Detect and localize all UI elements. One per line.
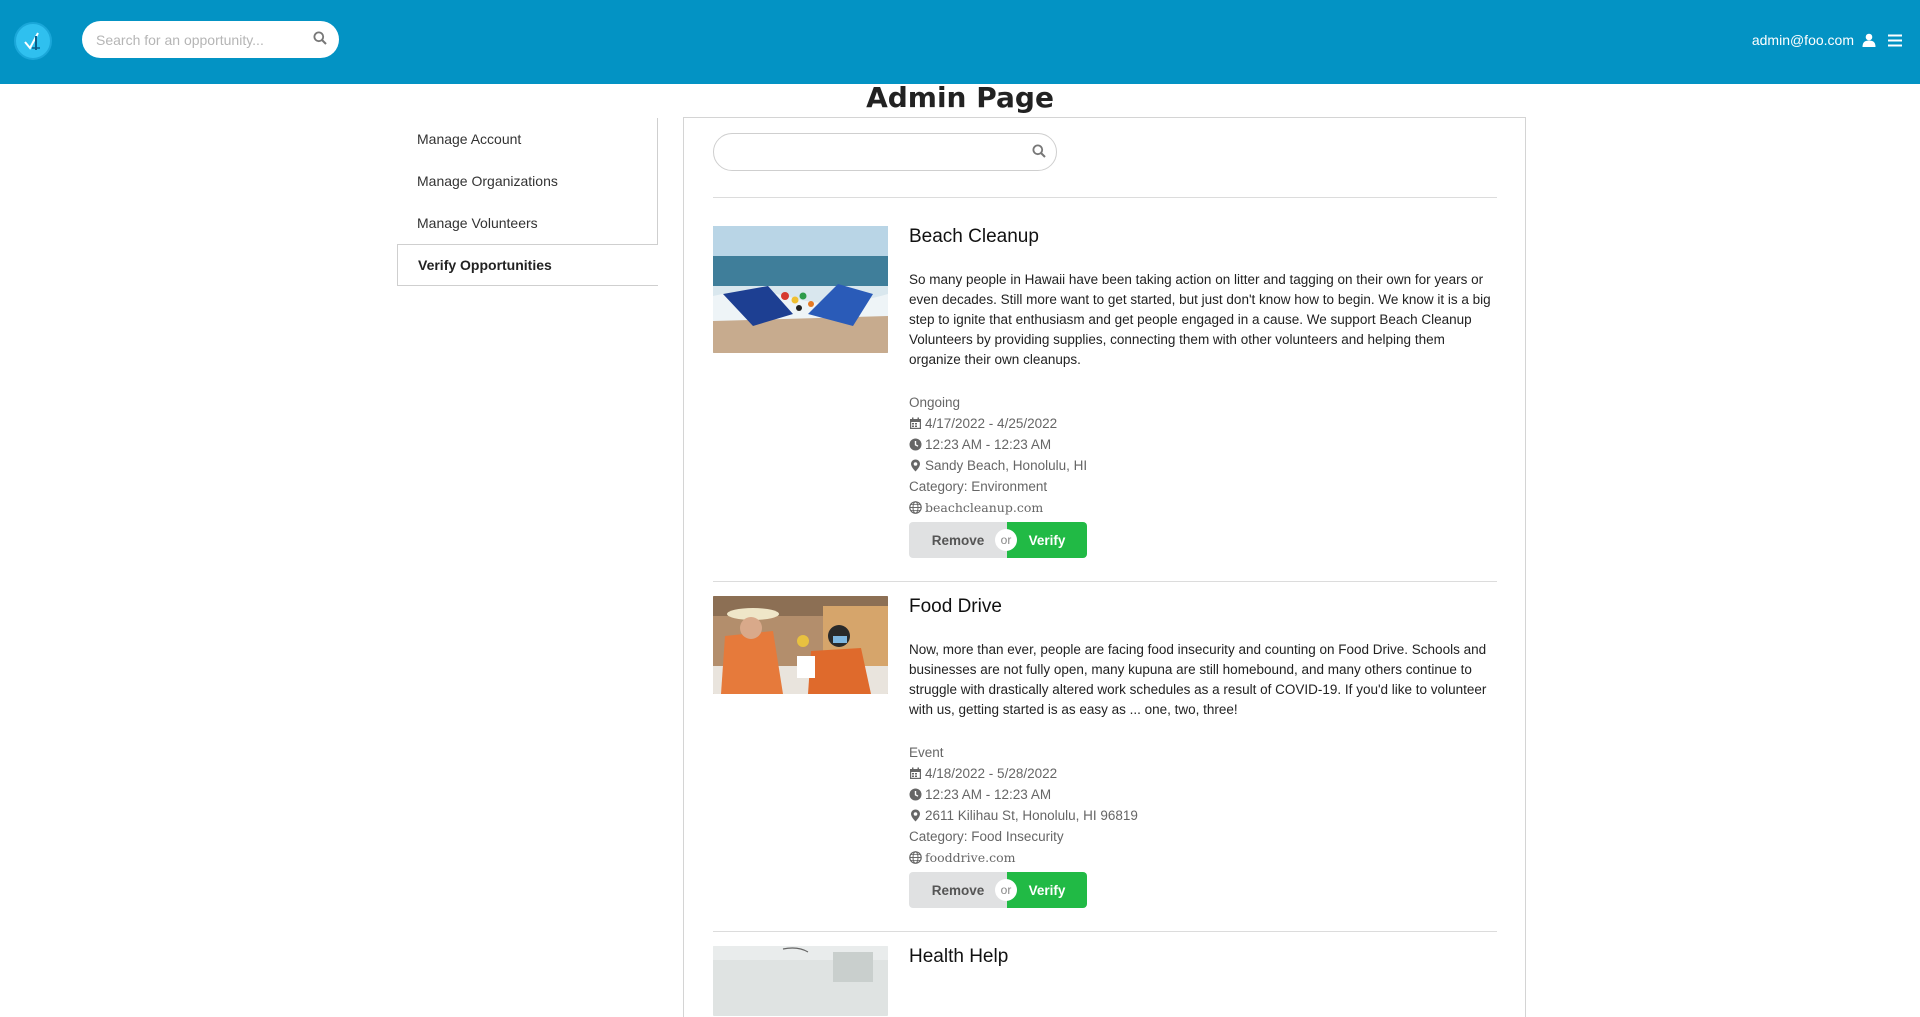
globe-icon xyxy=(909,850,923,865)
opportunity-description: So many people in Hawaii have been takin… xyxy=(909,272,1491,367)
opportunity-title[interactable]: Beach Cleanup xyxy=(909,226,1497,248)
opportunity-meta: Ongoing 4/17/2022 - 4/25/2022 12:23 AM -… xyxy=(909,392,1497,518)
divider xyxy=(713,197,1497,198)
action-buttons: Remove Verify or xyxy=(909,522,1087,558)
sidebar-item-manage-account[interactable]: Manage Account xyxy=(397,118,658,160)
opportunity-dates: 4/17/2022 - 4/25/2022 xyxy=(925,416,1058,431)
sidebar-item-manage-volunteers[interactable]: Manage Volunteers xyxy=(397,202,658,244)
clock-icon xyxy=(909,788,923,802)
opportunity-location: 2611 Kilihau St, Honolulu, HI 96819 xyxy=(925,808,1138,823)
opportunity-title[interactable]: Food Drive xyxy=(909,596,1497,618)
user-email[interactable]: admin@foo.com xyxy=(1752,32,1854,48)
top-search-input[interactable] xyxy=(96,21,296,58)
opportunity-category: Environment xyxy=(971,479,1048,494)
opportunity-content: Beach Cleanup So many people in Hawaii h… xyxy=(909,226,1497,558)
sidebar-item-manage-organizations[interactable]: Manage Organizations xyxy=(397,160,658,202)
or-separator: or xyxy=(995,529,1017,551)
opportunity-image xyxy=(713,596,888,694)
opportunity-location: Sandy Beach, Honolulu, HI xyxy=(925,458,1088,473)
hamburger-icon[interactable] xyxy=(1888,34,1902,47)
remove-button[interactable]: Remove xyxy=(909,872,1007,908)
opportunity-description: Now, more than ever, people are facing f… xyxy=(909,642,1487,717)
opportunity-type: Ongoing xyxy=(909,395,961,410)
opportunity-type: Event xyxy=(909,745,944,760)
panel-search-input[interactable] xyxy=(728,134,1018,170)
opportunity-website-link[interactable]: fooddrive.com xyxy=(925,847,1015,868)
verify-button[interactable]: Verify xyxy=(1007,522,1087,558)
page-title: Admin Page xyxy=(866,81,1054,114)
map-pin-icon xyxy=(909,809,923,823)
opportunity-website-link[interactable]: beachcleanup.com xyxy=(925,497,1043,518)
top-navbar: admin@foo.com xyxy=(0,0,1920,84)
calendar-icon xyxy=(909,417,923,431)
action-buttons: Remove Verify or xyxy=(909,872,1087,908)
divider xyxy=(713,581,1497,582)
user-menu[interactable]: admin@foo.com xyxy=(1752,28,1902,52)
opportunity-image xyxy=(713,226,888,353)
divider xyxy=(713,931,1497,932)
top-search-box xyxy=(82,21,339,58)
remove-button[interactable]: Remove xyxy=(909,522,1007,558)
verify-button[interactable]: Verify xyxy=(1007,872,1087,908)
opportunity-content: Food Drive Now, more than ever, people a… xyxy=(909,596,1497,908)
globe-icon xyxy=(909,500,923,515)
sidebar-item-verify-opportunities[interactable]: Verify Opportunities xyxy=(397,244,658,286)
opportunities-panel: Beach Cleanup So many people in Hawaii h… xyxy=(683,117,1526,1017)
opportunity-meta: Event 4/18/2022 - 5/28/2022 12:23 AM - 1… xyxy=(909,742,1497,868)
logo-icon[interactable] xyxy=(14,22,52,60)
category-label: Category: xyxy=(909,829,968,844)
map-pin-icon xyxy=(909,459,923,473)
user-icon[interactable] xyxy=(1862,33,1876,47)
opportunity-category: Food Insecurity xyxy=(971,829,1064,844)
search-icon[interactable] xyxy=(313,31,327,48)
opportunity-time: 12:23 AM - 12:23 AM xyxy=(925,787,1052,802)
admin-sidebar: Manage Account Manage Organizations Mana… xyxy=(397,118,658,286)
or-separator: or xyxy=(995,879,1017,901)
opportunity-time: 12:23 AM - 12:23 AM xyxy=(925,437,1052,452)
search-icon[interactable] xyxy=(1032,144,1046,161)
calendar-icon xyxy=(909,767,923,781)
clock-icon xyxy=(909,438,923,452)
opportunity-title[interactable]: Health Help xyxy=(909,946,1497,968)
opportunity-image xyxy=(713,946,888,1016)
panel-search-box xyxy=(713,133,1057,171)
opportunity-content: Health Help xyxy=(909,946,1497,968)
opportunity-dates: 4/18/2022 - 5/28/2022 xyxy=(925,766,1058,781)
category-label: Category: xyxy=(909,479,968,494)
